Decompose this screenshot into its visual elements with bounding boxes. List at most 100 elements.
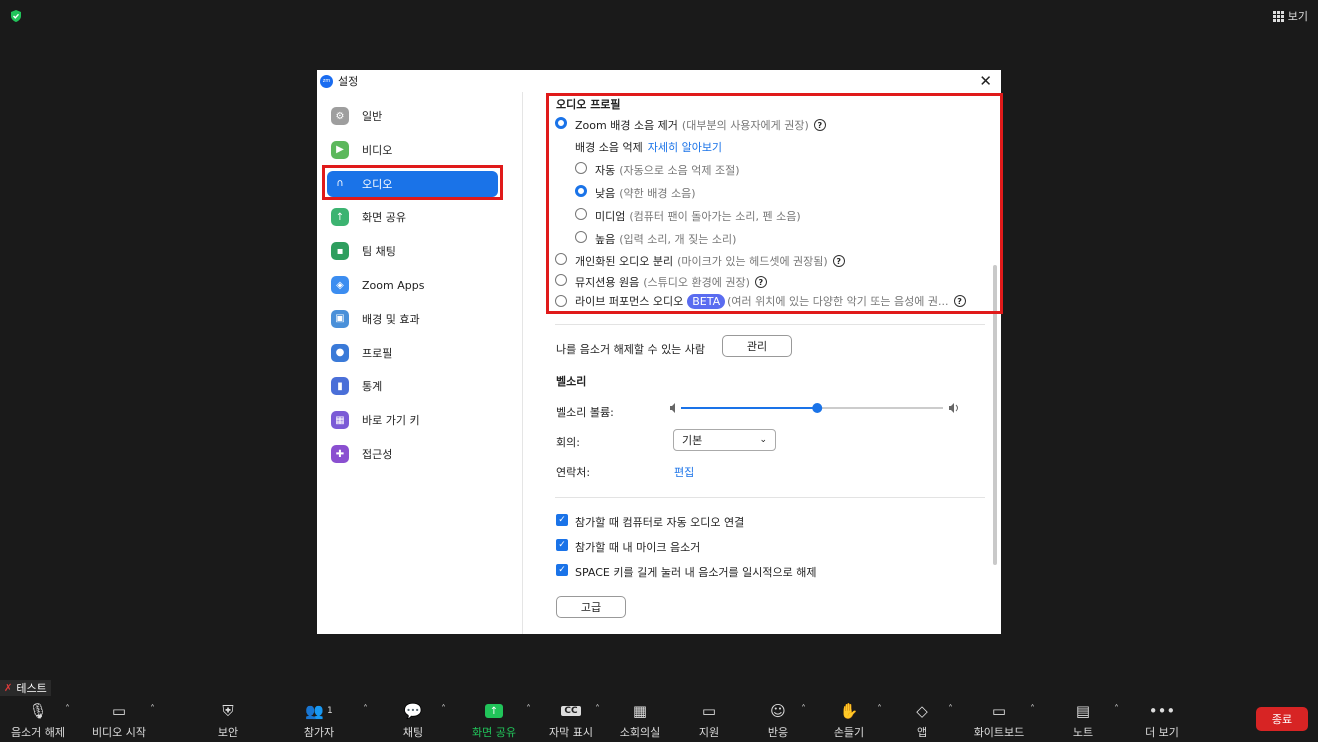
- toolbar-video-off-button[interactable]: ▭ 비디오 시작: [84, 700, 154, 740]
- toolbar-cast-button[interactable]: ▭ 지원: [674, 700, 744, 740]
- chevron-up-icon[interactable]: ˄: [65, 704, 70, 715]
- toolbar-label: 채팅: [402, 726, 424, 739]
- sidebar-item-label: 화면 공유: [362, 211, 406, 225]
- dialog-titlebar: zm 설정 ✕: [317, 70, 1001, 92]
- participant-count: 1: [326, 706, 333, 716]
- sidebar-item-9[interactable]: ▦ 바로 가기 키: [327, 407, 498, 433]
- mic-muted-icon: 🎙: [28, 702, 48, 720]
- close-icon[interactable]: ✕: [979, 72, 992, 90]
- sidebar-item-1[interactable]: ▶ 비디오: [327, 137, 498, 163]
- toolbar-shield-button[interactable]: ⛨ 보안: [193, 700, 263, 740]
- sidebar-item-label: 통계: [362, 380, 383, 394]
- toolbar-label: 더 보기: [1145, 726, 1179, 739]
- hand-icon: ✋: [839, 702, 859, 720]
- chevron-up-icon[interactable]: ˄: [363, 704, 368, 715]
- checkbox[interactable]: ✓: [556, 539, 568, 551]
- toolbar-label: 음소거 해제: [10, 726, 66, 739]
- divider: [555, 324, 985, 325]
- apps-icon: ◇: [916, 702, 928, 720]
- toolbar-label: 참가자: [303, 726, 335, 739]
- sidebar-item-label: 접근성: [362, 448, 393, 461]
- chevron-up-icon[interactable]: ˄: [1114, 704, 1119, 715]
- toolbar-label: 보안: [217, 726, 239, 739]
- mic-muted-icon: ✗: [4, 682, 13, 694]
- checkbox-label[interactable]: SPACE 키를 길게 눌러 내 음소거를 일시적으로 해제: [575, 564, 817, 580]
- chat-icon: 💬: [403, 702, 423, 720]
- sidebar-item-label: 배경 및 효과: [362, 312, 420, 326]
- sidebar-item-label: 비디오: [362, 143, 393, 157]
- sidebar-item-label: 일반: [362, 110, 383, 123]
- chevron-up-icon[interactable]: ˄: [595, 704, 600, 715]
- video-icon: ▶: [331, 140, 349, 159]
- sidebar-item-5[interactable]: ◈ Zoom Apps: [327, 272, 498, 298]
- toolbar-whiteboard-button[interactable]: ▭ 화이트보드: [964, 700, 1034, 740]
- manage-button[interactable]: 관리: [722, 335, 792, 357]
- toolbar-hand-button[interactable]: ✋ 손들기: [814, 700, 884, 740]
- sidebar-item-label: 팀 채팅: [362, 245, 396, 259]
- advanced-button[interactable]: 고급: [556, 596, 626, 618]
- meeting-label: 회의:: [556, 436, 580, 449]
- toolbar-notes-button[interactable]: ▤ 노트: [1048, 700, 1118, 740]
- unmute-permission-label: 나를 음소거 해제할 수 있는 사람: [556, 343, 706, 356]
- chevron-up-icon[interactable]: ˄: [526, 704, 531, 715]
- toolbar-share-screen-button[interactable]: ↑ 화면 공유: [459, 700, 529, 740]
- toolbar-apps-button[interactable]: ◇ 앱: [887, 700, 957, 740]
- toolbar-label: 화이트보드: [973, 726, 1025, 739]
- ringtone-volume-slider[interactable]: [668, 400, 963, 416]
- divider: [555, 497, 985, 498]
- chevron-up-icon[interactable]: ˄: [801, 704, 806, 715]
- toolbar-label: 반응: [767, 726, 789, 739]
- sidebar-item-label: 프로필: [362, 346, 393, 360]
- grid-icon: [1272, 10, 1284, 22]
- checkbox-label[interactable]: 참가할 때 내 마이크 음소거: [575, 539, 700, 555]
- sidebar-item-7[interactable]: ● 프로필: [327, 340, 498, 366]
- contact-label: 연락처:: [556, 466, 591, 479]
- checkbox[interactable]: ✓: [556, 564, 568, 576]
- breakout-icon: ▦: [632, 702, 648, 720]
- whiteboard-icon: ▭: [991, 702, 1007, 720]
- toolbar-label: 비디오 시작: [91, 726, 147, 739]
- highlight-box-audio-profile: [546, 93, 1003, 314]
- share-screen-icon: ↑: [331, 208, 349, 227]
- sidebar-item-4[interactable]: ▪ 팀 채팅: [327, 238, 498, 264]
- share-screen-icon: ↑: [459, 700, 529, 722]
- end-meeting-button[interactable]: 종료: [1256, 707, 1308, 731]
- meeting-ringtone-select[interactable]: 기본 ⌄: [673, 429, 776, 451]
- chat-icon: ▪: [331, 242, 349, 261]
- toolbar-label: 지원: [698, 726, 720, 739]
- toolbar-chat-button[interactable]: 💬 채팅: [378, 700, 448, 740]
- sidebar-item-0[interactable]: ⚙ 일반: [327, 103, 498, 129]
- participants-icon: 👥 1: [305, 702, 333, 720]
- shield-icon[interactable]: [9, 9, 23, 23]
- toolbar-label: 자막 표시: [549, 726, 593, 739]
- select-value: 기본: [682, 434, 703, 447]
- zoom-logo-icon: zm: [320, 74, 333, 88]
- video-off-icon: ▭: [111, 702, 127, 720]
- toolbar-label: 소회의실: [619, 726, 661, 739]
- checkbox[interactable]: ✓: [556, 514, 568, 526]
- checkbox-label[interactable]: 참가할 때 컴퓨터로 자동 오디오 연결: [575, 514, 744, 530]
- view-button[interactable]: 보기: [1272, 8, 1308, 24]
- sidebar-item-label: 바로 가기 키: [362, 414, 420, 428]
- accessibility-icon: ✚: [331, 445, 349, 463]
- toolbar-mic-muted-button[interactable]: 🎙 음소거 해제: [3, 700, 73, 740]
- chevron-up-icon[interactable]: ˄: [948, 704, 953, 715]
- contact-edit-link[interactable]: 편집: [674, 464, 694, 480]
- toolbar-more-button[interactable]: ••• 더 보기: [1127, 700, 1197, 740]
- toolbar-label: 손들기: [833, 726, 865, 739]
- keyboard-icon: ▦: [331, 411, 349, 430]
- test-badge: ✗ 테스트: [0, 680, 51, 696]
- chevron-up-icon[interactable]: ˄: [877, 704, 882, 715]
- sidebar-item-6[interactable]: ▣ 배경 및 효과: [327, 306, 498, 332]
- sidebar-item-8[interactable]: ▮ 통계: [327, 373, 498, 399]
- toolbar-breakout-button[interactable]: ▦ 소회의실: [605, 700, 675, 740]
- chevron-up-icon[interactable]: ˄: [441, 704, 446, 715]
- sidebar-item-3[interactable]: ↑ 화면 공유: [327, 204, 498, 230]
- toolbar-label: 앱: [916, 726, 928, 739]
- cast-icon: ▭: [701, 702, 717, 720]
- chevron-up-icon[interactable]: ˄: [150, 704, 155, 715]
- chevron-up-icon[interactable]: ˄: [1030, 704, 1035, 715]
- sidebar-item-10[interactable]: ✚ 접근성: [327, 441, 498, 467]
- highlight-box-audio: [322, 165, 503, 200]
- toolbar-participants-button[interactable]: 👥 1 참가자: [284, 700, 354, 740]
